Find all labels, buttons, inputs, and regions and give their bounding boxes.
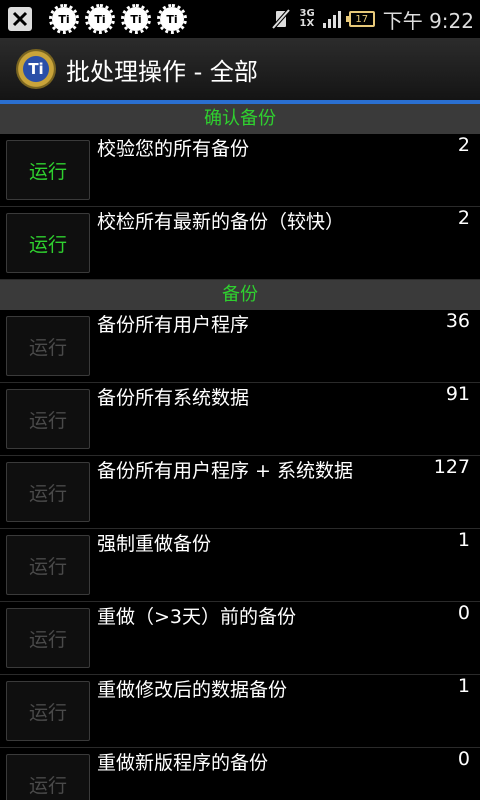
titanium-icon: Ti bbox=[49, 4, 79, 34]
run-button[interactable]: 运行 bbox=[6, 462, 90, 522]
titanium-icon: Ti bbox=[85, 4, 115, 34]
app-count: 36 bbox=[445, 310, 470, 332]
app-count: 127 bbox=[433, 456, 470, 478]
app-count: 0 bbox=[457, 748, 470, 770]
app-title-bar: Ti 批处理操作 - 全部 bbox=[0, 38, 480, 100]
app-count: 1 bbox=[457, 529, 470, 551]
action-label: 重做修改后的数据备份 bbox=[97, 679, 288, 701]
x-app-icon bbox=[8, 7, 32, 31]
action-label: 强制重做备份 bbox=[97, 533, 212, 555]
titanium-icon: Ti bbox=[121, 4, 151, 34]
run-button[interactable]: 运行 bbox=[6, 316, 90, 376]
page-title: 批处理操作 - 全部 bbox=[66, 57, 258, 86]
app-count: 91 bbox=[445, 383, 470, 405]
list-item: 运行 重做修改后的数据备份 1 bbox=[0, 675, 480, 748]
run-button[interactable]: 运行 bbox=[6, 754, 90, 800]
action-label: 备份所有系统数据 bbox=[97, 387, 250, 409]
run-button[interactable]: 运行 bbox=[6, 213, 90, 273]
list-item: 运行 重做新版程序的备份 0 bbox=[0, 748, 480, 800]
network-type-indicator: 3G 1X bbox=[299, 8, 315, 29]
clock: 下午 9:22 bbox=[382, 8, 474, 33]
list-item: 运行 重做（>3天）前的备份 0 bbox=[0, 602, 480, 675]
run-button[interactable]: 运行 bbox=[6, 535, 90, 595]
list-item: 运行 备份所有用户程序 + 系统数据 127 bbox=[0, 456, 480, 529]
action-label: 校检所有最新的备份（较快） bbox=[97, 211, 345, 233]
list-item: 运行 备份所有系统数据 91 bbox=[0, 383, 480, 456]
status-bar: Ti Ti Ti Ti 3G 1X 17 下午 9:22 bbox=[0, 0, 480, 38]
battery-icon: 17 bbox=[345, 11, 375, 27]
section-header-backup: 备份 bbox=[0, 280, 480, 310]
action-label: 校验您的所有备份 bbox=[97, 138, 250, 160]
titanium-icon: Ti bbox=[157, 4, 187, 34]
titanium-backup-logo-icon[interactable]: Ti bbox=[16, 49, 56, 89]
signal-strength-icon bbox=[322, 10, 341, 28]
app-count: 2 bbox=[457, 134, 470, 156]
action-label: 重做（>3天）前的备份 bbox=[97, 606, 297, 628]
batch-actions-list: 确认备份 运行 校验您的所有备份 2 运行 校检所有最新的备份（较快） 2 备份… bbox=[0, 104, 480, 800]
run-button[interactable]: 运行 bbox=[6, 608, 90, 668]
app-count: 2 bbox=[457, 207, 470, 229]
run-button[interactable]: 运行 bbox=[6, 140, 90, 200]
muted-vibrate-icon bbox=[271, 8, 291, 30]
list-item: 运行 强制重做备份 1 bbox=[0, 529, 480, 602]
list-item: 运行 备份所有用户程序 36 bbox=[0, 310, 480, 383]
action-label: 备份所有用户程序 + 系统数据 bbox=[97, 460, 353, 482]
action-label: 重做新版程序的备份 bbox=[97, 752, 269, 774]
app-count: 0 bbox=[457, 602, 470, 624]
list-item: 运行 校检所有最新的备份（较快） 2 bbox=[0, 207, 480, 280]
app-count: 1 bbox=[457, 675, 470, 697]
action-label: 备份所有用户程序 bbox=[97, 314, 250, 336]
run-button[interactable]: 运行 bbox=[6, 681, 90, 741]
list-item: 运行 校验您的所有备份 2 bbox=[0, 134, 480, 207]
section-header-verify: 确认备份 bbox=[0, 104, 480, 134]
run-button[interactable]: 运行 bbox=[6, 389, 90, 449]
